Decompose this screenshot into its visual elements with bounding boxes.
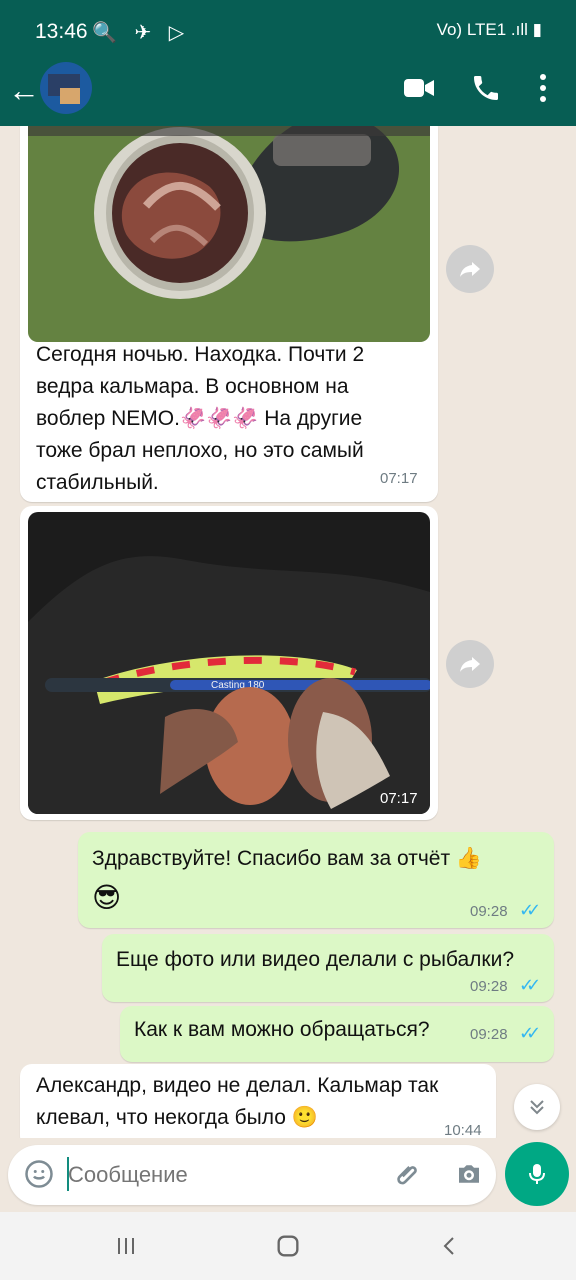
forward-button[interactable] xyxy=(446,640,494,688)
outgoing-message[interactable]: Как к вам можно обращаться? 09:28 ✓✓ xyxy=(120,1006,554,1062)
message-text: Александр, видео не делал. Кальмар так к… xyxy=(36,1074,439,1129)
chat-header: ← xyxy=(0,62,576,124)
message-text: Еще фото или видео делали с рыбалки? xyxy=(116,948,515,971)
incoming-image-message[interactable]: Сегодня ночью. Находка. Почти 2 ведра ка… xyxy=(20,126,438,502)
more-menu-icon[interactable] xyxy=(533,72,553,104)
message-caption: Сегодня ночью. Находка. Почти 2 ведра ка… xyxy=(36,343,365,494)
back-arrow-icon[interactable]: ← xyxy=(8,70,40,110)
emoji-sunglasses: 😎 xyxy=(92,882,122,913)
lure-squid-photo[interactable]: Casting 180 xyxy=(28,512,430,814)
read-ticks-icon: ✓✓ xyxy=(519,975,541,995)
message-time: 10:44 xyxy=(444,1122,482,1138)
voice-message-button[interactable] xyxy=(505,1142,569,1206)
message-time: 09:28 xyxy=(470,1026,508,1043)
recent-apps-icon[interactable] xyxy=(114,1232,138,1260)
incoming-image-message[interactable]: Casting 180 07:17 xyxy=(20,506,438,820)
avatar-face-shape xyxy=(60,88,80,104)
video-call-icon[interactable] xyxy=(403,72,435,104)
scroll-to-bottom-button[interactable] xyxy=(514,1084,560,1130)
read-ticks-icon: ✓✓ xyxy=(519,1023,541,1043)
message-time: 07:17 xyxy=(380,470,418,487)
camera-icon[interactable] xyxy=(454,1159,484,1189)
double-chevron-down-icon xyxy=(530,1100,544,1115)
contact-avatar[interactable] xyxy=(40,62,92,114)
back-nav-icon[interactable] xyxy=(438,1232,462,1260)
phone-call-icon[interactable] xyxy=(470,72,502,104)
status-right: Vo) LTE1 .ıll ▮ xyxy=(436,20,542,39)
message-time: 09:28 xyxy=(470,903,508,920)
outgoing-message[interactable]: Еще фото или видео делали с рыбалки? 09:… xyxy=(102,934,554,1002)
read-ticks-icon: ✓✓ xyxy=(519,900,541,920)
status-time: 13:46 xyxy=(35,20,88,43)
app-header: 13:46 🔍 ✈ ▷ Vo) LTE1 .ıll ▮ ← xyxy=(0,0,576,126)
status-bar: 13:46 🔍 ✈ ▷ Vo) LTE1 .ıll ▮ xyxy=(0,0,576,64)
home-icon[interactable] xyxy=(274,1232,302,1260)
microphone-icon xyxy=(529,1164,545,1184)
message-text: Здравствуйте! Спасибо вам за отчёт 👍 xyxy=(92,847,483,870)
forward-arrow-icon xyxy=(460,262,480,277)
attach-icon[interactable] xyxy=(392,1159,424,1191)
forward-arrow-icon xyxy=(460,657,480,672)
outgoing-message[interactable]: Здравствуйте! Спасибо вам за отчёт 👍 😎 0… xyxy=(78,832,554,928)
message-time: 09:28 xyxy=(470,978,508,995)
emoji-icon[interactable] xyxy=(24,1159,54,1189)
message-text: Как к вам можно обращаться? xyxy=(134,1018,430,1041)
squid-bucket-photo[interactable] xyxy=(28,126,430,342)
message-input[interactable] xyxy=(68,1157,368,1193)
message-time: 07:17 xyxy=(380,790,418,807)
notification-icons: 🔍 ✈ ▷ xyxy=(92,22,191,44)
incoming-message[interactable]: Александр, видео не делал. Кальмар так к… xyxy=(20,1064,496,1138)
message-composer[interactable] xyxy=(8,1145,496,1205)
chat-area[interactable]: Сегодня ночью. Находка. Почти 2 ведра ка… xyxy=(0,126,576,1138)
system-navigation-bar xyxy=(0,1212,576,1280)
forward-button[interactable] xyxy=(446,245,494,293)
